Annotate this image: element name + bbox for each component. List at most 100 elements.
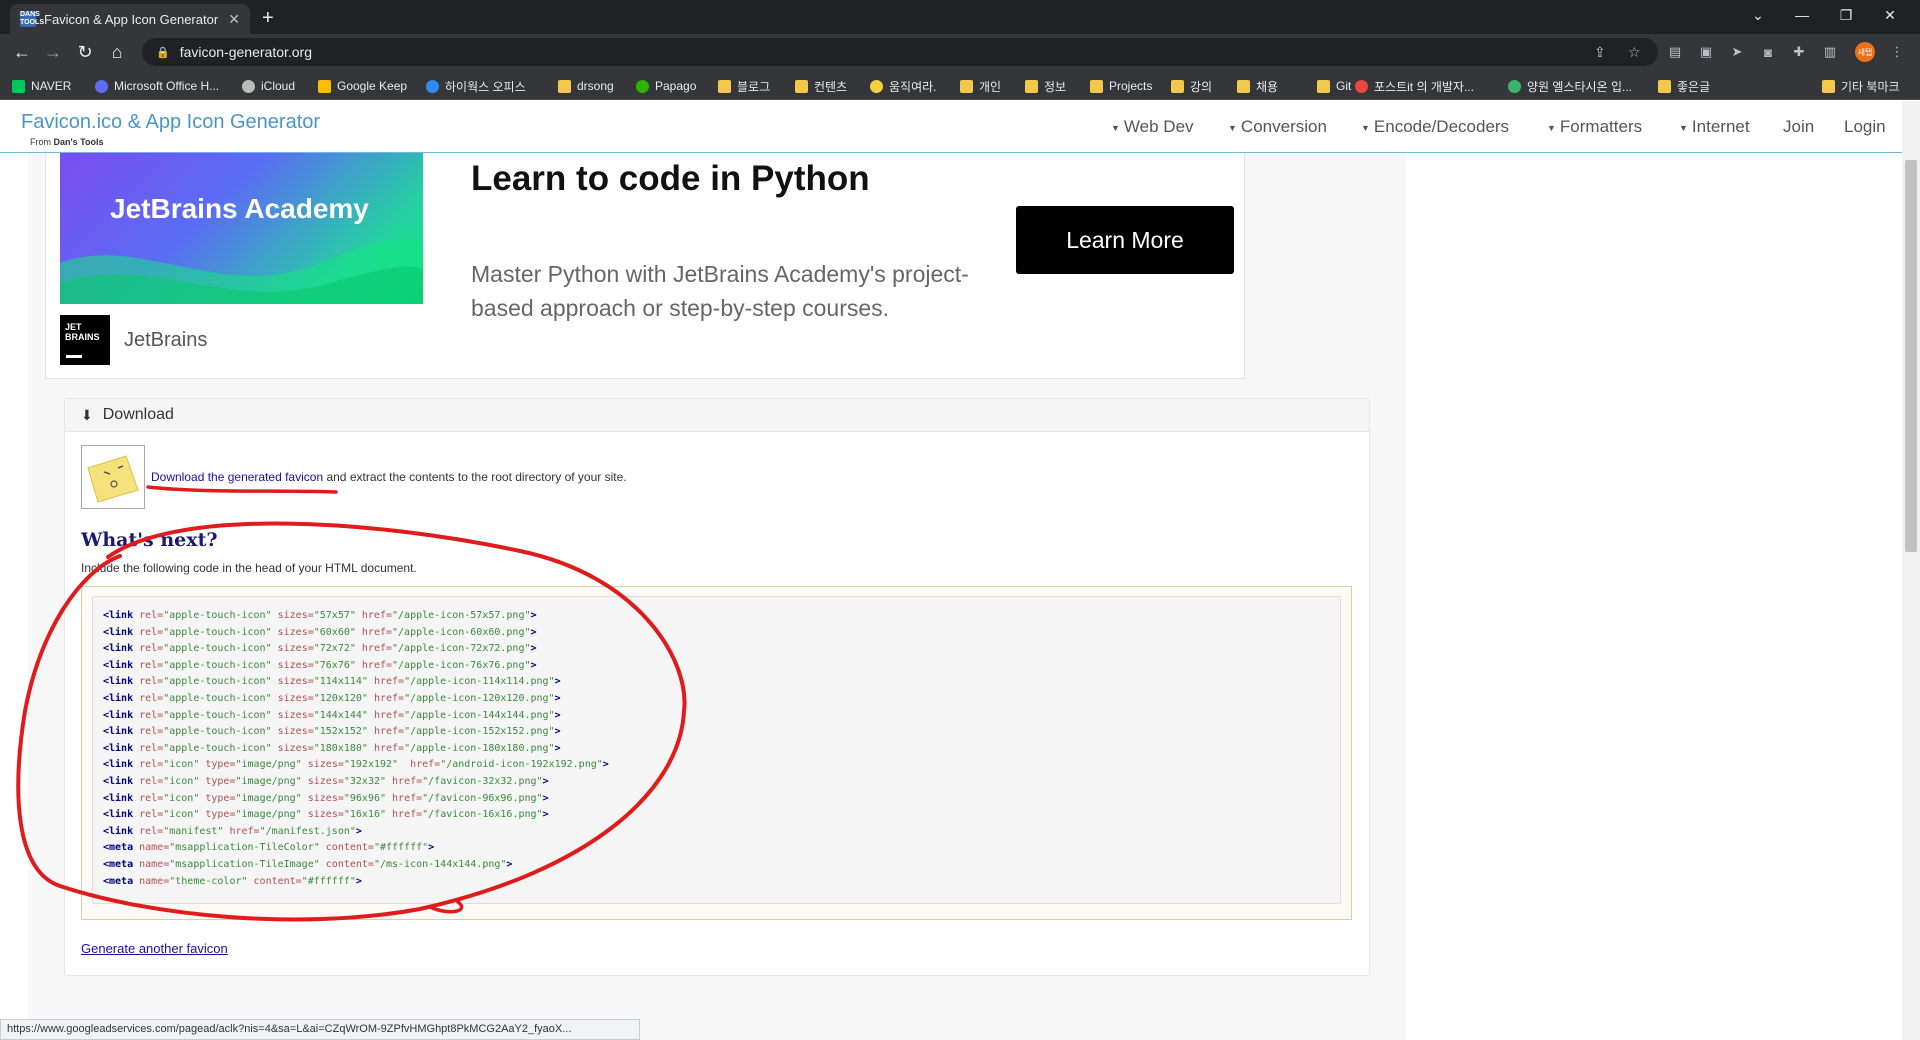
bookmark-label: 좋은글 bbox=[1677, 79, 1711, 94]
bookmark-item[interactable]: 하이웍스 오피스 bbox=[426, 77, 526, 95]
extensions-puzzle-icon[interactable]: ✚ bbox=[1790, 43, 1808, 61]
code-line: <link rel="apple-touch-icon" sizes="120x… bbox=[103, 691, 1330, 708]
join-link[interactable]: Join bbox=[1783, 117, 1814, 137]
download-favicon-link[interactable]: Download the generated favicon bbox=[151, 470, 323, 484]
logo-bar bbox=[66, 355, 82, 358]
extension-screen-icon[interactable]: ▣ bbox=[1697, 43, 1715, 61]
restore-icon[interactable]: ❐ bbox=[1824, 0, 1868, 30]
close-window-icon[interactable]: ✕ bbox=[1868, 0, 1912, 30]
code-container: <link rel="apple-touch-icon" sizes="57x5… bbox=[81, 586, 1352, 920]
extension-cast-icon[interactable]: ▤ bbox=[1666, 43, 1684, 61]
bookmark-item[interactable]: Microsoft Office H... bbox=[95, 77, 219, 95]
home-icon[interactable]: ⌂ bbox=[105, 40, 129, 64]
code-token: sizes= bbox=[307, 759, 344, 771]
bookmark-item[interactable]: 정보 bbox=[1025, 77, 1066, 95]
bookmark-item[interactable]: 움직여라. bbox=[870, 77, 937, 95]
html-code-block[interactable]: <link rel="apple-touch-icon" sizes="57x5… bbox=[92, 596, 1341, 904]
back-icon[interactable]: ← bbox=[10, 40, 34, 64]
bookmark-item[interactable]: drsong bbox=[558, 77, 614, 95]
close-tab-icon[interactable]: ✕ bbox=[228, 11, 240, 28]
code-token: "msapplication-TileColor" bbox=[169, 842, 326, 854]
bookmark-item[interactable]: 개인 bbox=[960, 77, 1001, 95]
web-page: JetBrains Academy JET BRAINS JetBrains L… bbox=[0, 101, 1902, 1040]
generate-another-link[interactable]: Generate another favicon bbox=[81, 941, 228, 956]
nav-formatters[interactable]: ▼ Formatters bbox=[1547, 117, 1642, 137]
code-token: href= bbox=[361, 626, 393, 638]
site-header: Favicon.ico & App Icon Generator From Da… bbox=[0, 101, 1902, 153]
site-brand-subtitle: From Dan's Tools bbox=[30, 137, 103, 147]
profile-avatar[interactable]: 새탭 bbox=[1855, 42, 1875, 62]
extension-camera-icon[interactable]: ◙ bbox=[1759, 43, 1777, 61]
code-token: > bbox=[428, 842, 435, 854]
minimize-icon[interactable]: — bbox=[1780, 0, 1824, 30]
code-token: href= bbox=[373, 709, 405, 721]
bookmark-label: 포스트it 의 개발자... bbox=[1374, 79, 1474, 94]
nav-web-dev[interactable]: ▼ Web Dev bbox=[1111, 117, 1194, 137]
login-link[interactable]: Login bbox=[1844, 117, 1886, 137]
bookmark-item[interactable]: 강의 bbox=[1171, 77, 1212, 95]
folder-icon bbox=[1025, 79, 1038, 93]
bookmark-item[interactable]: 양원 엘스타시온 입... bbox=[1508, 77, 1632, 95]
code-token: <link bbox=[103, 610, 140, 621]
code-token: "apple-touch-icon" bbox=[163, 643, 278, 655]
lock-icon[interactable]: 🔒 bbox=[156, 46, 170, 59]
code-token: "/apple-icon-120x120.png" bbox=[404, 692, 555, 704]
code-token: <link bbox=[103, 825, 140, 837]
new-tab-icon[interactable]: + bbox=[262, 7, 274, 30]
bookmark-item[interactable]: Google Keep bbox=[318, 77, 407, 95]
nav-internet[interactable]: ▼ Internet bbox=[1679, 117, 1750, 137]
address-bar[interactable]: 🔒 favicon-generator.org ⇪ ☆ bbox=[142, 38, 1658, 66]
bookmark-label: drsong bbox=[577, 79, 614, 93]
bookmark-label: Projects bbox=[1109, 79, 1153, 93]
ad-banner-image[interactable]: JetBrains Academy bbox=[60, 153, 423, 304]
tab-search-icon[interactable]: ⌄ bbox=[1736, 0, 1780, 30]
bulb-icon bbox=[870, 79, 883, 93]
extension-cursor-icon[interactable]: ➤ bbox=[1728, 43, 1746, 61]
bookmark-item[interactable]: Git bbox=[1317, 77, 1351, 95]
code-token: "/favicon-32x32.png" bbox=[422, 775, 543, 787]
reload-icon[interactable]: ↻ bbox=[73, 40, 97, 64]
folder-icon bbox=[1317, 79, 1330, 93]
code-token: sizes= bbox=[307, 792, 344, 804]
code-token: "apple-touch-icon" bbox=[163, 692, 278, 704]
code-token: > bbox=[554, 692, 561, 704]
bookmark-item[interactable]: 블로그 bbox=[718, 77, 770, 95]
scrollbar-thumb[interactable] bbox=[1905, 160, 1917, 552]
learn-more-button[interactable]: Learn More bbox=[1016, 206, 1234, 274]
code-token: sizes= bbox=[277, 626, 314, 638]
side-panel-icon[interactable]: ▥ bbox=[1821, 43, 1839, 61]
site-brand[interactable]: Favicon.ico & App Icon Generator bbox=[21, 111, 320, 134]
forward-icon[interactable]: → bbox=[41, 40, 65, 64]
bookmark-item[interactable]: 컨텐츠 bbox=[795, 77, 847, 95]
bookmark-item[interactable]: iCloud bbox=[242, 77, 295, 95]
code-token: <link bbox=[103, 726, 140, 738]
bookmark-item[interactable]: 좋은글 bbox=[1658, 77, 1710, 95]
bookmark-item[interactable]: Projects bbox=[1090, 77, 1152, 95]
nav-conversion[interactable]: ▼ Conversion bbox=[1228, 117, 1327, 137]
code-line: <link rel="apple-touch-icon" sizes="114x… bbox=[103, 674, 1330, 691]
code-token: <link bbox=[103, 626, 140, 638]
other-bookmarks[interactable]: 기타 북마크 bbox=[1822, 77, 1900, 95]
download-heading: Download bbox=[102, 406, 174, 423]
code-token: > bbox=[355, 825, 362, 837]
caret-down-icon: ▼ bbox=[1547, 122, 1556, 133]
bookmark-item[interactable]: Papago bbox=[636, 77, 696, 95]
code-line: <link rel="icon" type="image/png" sizes=… bbox=[103, 807, 1330, 824]
menu-kebab-icon[interactable]: ⋮ bbox=[1888, 43, 1906, 61]
ad-brand-name[interactable]: JetBrains bbox=[124, 329, 207, 352]
bookmark-item[interactable]: 채용 bbox=[1237, 77, 1278, 95]
jetbrains-logo[interactable]: JET BRAINS bbox=[60, 315, 110, 365]
code-token: "/apple-icon-60x60.png" bbox=[392, 626, 531, 638]
code-token: rel= bbox=[139, 643, 164, 655]
bookmark-star-icon[interactable]: ☆ bbox=[1628, 44, 1641, 61]
bookmark-item[interactable]: NAVER bbox=[12, 77, 71, 95]
browser-tab[interactable]: DANS TOOLS Favicon & App Icon Generator … bbox=[10, 4, 250, 34]
whats-next-description: Include the following code in the head o… bbox=[81, 561, 417, 575]
share-icon[interactable]: ⇪ bbox=[1594, 44, 1606, 61]
nav-encode-decoders[interactable]: ▼ Encode/Decoders bbox=[1361, 117, 1509, 137]
bookmark-label: 하이웍스 오피스 bbox=[445, 79, 526, 94]
ad-description[interactable]: Master Python with JetBrains Academy's p… bbox=[471, 257, 1011, 325]
bookmark-item[interactable]: 포스트it 의 개발자... bbox=[1355, 77, 1474, 95]
ad-title[interactable]: Learn to code in Python bbox=[471, 159, 870, 199]
advertisement[interactable]: JetBrains Academy JET BRAINS JetBrains L… bbox=[45, 153, 1245, 379]
